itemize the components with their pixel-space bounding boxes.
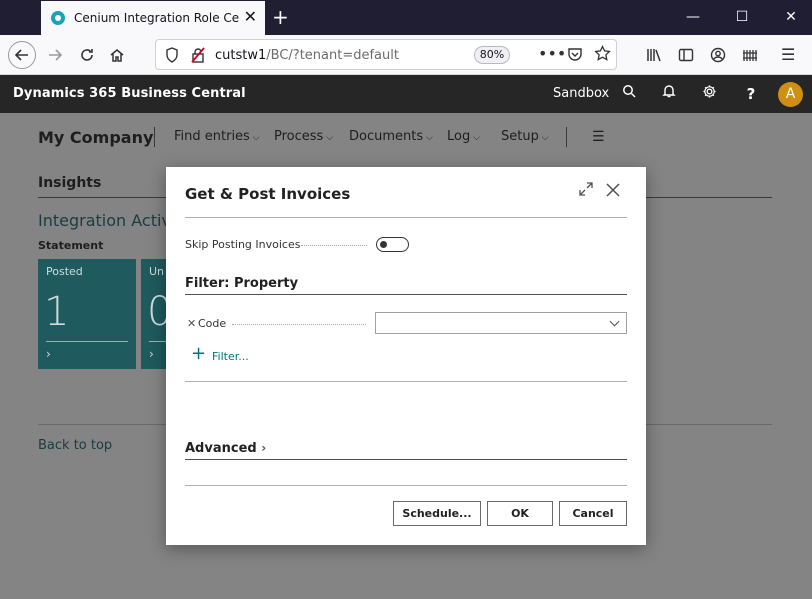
menu-process[interactable]: Process xyxy=(274,129,333,144)
dialog-title: Get & Post Invoices xyxy=(185,185,351,203)
chevron-right-icon: › xyxy=(46,347,51,361)
home-button[interactable] xyxy=(104,42,130,68)
remove-filter-icon[interactable]: ✕ xyxy=(187,317,196,330)
insecure-lock-icon[interactable] xyxy=(191,47,205,66)
menu-log[interactable]: Log xyxy=(447,129,480,144)
menu-divider xyxy=(566,127,567,147)
url-path: /BC/?tenant=default xyxy=(266,48,399,63)
forward-button[interactable] xyxy=(42,42,68,68)
add-filter-icon[interactable]: + xyxy=(191,345,206,363)
insights-heading[interactable]: Insights xyxy=(38,175,101,191)
browser-navbar: cutstw1/BC/?tenant=default 80% ••• ☰ xyxy=(0,35,812,75)
pocket-icon[interactable] xyxy=(567,46,583,65)
url-text: cutstw1/BC/?tenant=default xyxy=(215,48,399,63)
browser-tabbar: Cenium Integration Role Cente ✕ + — ☐ ✕ xyxy=(0,0,812,35)
ok-button[interactable]: OK xyxy=(487,501,553,526)
add-filter-link[interactable]: Filter... xyxy=(212,350,249,363)
advanced-label: Advanced xyxy=(185,441,257,456)
schedule-button[interactable]: Schedule... xyxy=(393,501,481,526)
tile-value: 1 xyxy=(44,289,70,335)
tile-posted[interactable]: Posted 1 › xyxy=(38,259,136,369)
back-button[interactable] xyxy=(8,41,36,69)
expand-icon[interactable] xyxy=(579,181,593,200)
window-close-button[interactable]: ✕ xyxy=(776,6,806,28)
forward-arrow-icon xyxy=(49,49,63,61)
extension-icon[interactable] xyxy=(742,47,758,66)
skip-posting-label: Skip Posting Invoices xyxy=(185,238,301,251)
menu-setup[interactable]: Setup xyxy=(501,129,549,144)
reload-icon xyxy=(81,49,93,61)
company-name[interactable]: My Company xyxy=(38,128,153,147)
filter-property-heading[interactable]: Filter: Property xyxy=(185,276,298,291)
new-tab-button[interactable]: + xyxy=(272,6,289,28)
library-icon[interactable] xyxy=(646,47,662,66)
field-dots xyxy=(232,324,366,325)
app-header: Dynamics 365 Business Central Sandbox ? xyxy=(0,75,812,113)
app-favicon-icon xyxy=(51,11,65,25)
back-to-top-link[interactable]: Back to top xyxy=(38,438,112,453)
menu-find-entries[interactable]: Find entries xyxy=(174,129,260,144)
minimize-button[interactable]: — xyxy=(678,6,708,28)
reload-button[interactable] xyxy=(74,42,100,68)
back-arrow-icon xyxy=(14,49,28,61)
url-host: cutstw1 xyxy=(215,48,267,63)
advanced-divider xyxy=(185,459,627,460)
more-menu-icon[interactable]: ☰ xyxy=(592,129,605,145)
shield-icon[interactable] xyxy=(165,47,179,66)
avatar[interactable]: A xyxy=(778,82,803,107)
tile-label: Posted xyxy=(46,265,83,278)
tab-title: Cenium Integration Role Cente xyxy=(74,11,240,25)
code-select[interactable] xyxy=(375,312,627,334)
app-title[interactable]: Dynamics 365 Business Central xyxy=(13,86,246,101)
environment-label: Sandbox xyxy=(553,86,610,101)
get-post-invoices-dialog: Get & Post Invoices Skip Posting Invoice… xyxy=(166,167,646,545)
tile-label: Un xyxy=(149,265,165,278)
search-icon[interactable] xyxy=(619,84,639,104)
title-divider xyxy=(185,217,627,218)
help-icon[interactable]: ? xyxy=(741,84,761,104)
gear-icon[interactable] xyxy=(699,84,719,104)
maximize-button[interactable]: ☐ xyxy=(727,6,757,28)
bookmark-star-icon[interactable] xyxy=(594,44,611,65)
zoom-indicator[interactable]: 80% xyxy=(474,46,510,64)
url-bar[interactable]: cutstw1/BC/?tenant=default 80% ••• xyxy=(155,39,617,70)
chevron-right-icon: › xyxy=(149,347,154,361)
integration-activities-title[interactable]: Integration Activiti xyxy=(38,211,186,230)
bell-icon[interactable] xyxy=(659,84,679,104)
filter-section-divider xyxy=(185,381,627,382)
page-actions-icon[interactable]: ••• xyxy=(538,44,566,63)
menu-divider xyxy=(154,127,155,147)
cancel-button[interactable]: Cancel xyxy=(559,501,627,526)
menu-documents[interactable]: Documents xyxy=(349,129,433,144)
skip-posting-toggle[interactable] xyxy=(376,237,409,252)
sidebar-icon[interactable] xyxy=(678,47,694,66)
field-dots xyxy=(301,245,367,246)
footer-divider xyxy=(185,485,627,486)
tile-divider xyxy=(46,341,128,342)
menu-hamburger-icon[interactable]: ☰ xyxy=(781,45,795,64)
advanced-heading[interactable]: Advanced › xyxy=(185,441,266,456)
filter-divider xyxy=(185,294,627,295)
browser-tab[interactable]: Cenium Integration Role Cente ✕ xyxy=(41,1,265,35)
close-icon[interactable] xyxy=(605,179,621,203)
statement-group-label: Statement xyxy=(38,239,104,252)
chevron-right-icon: › xyxy=(261,441,267,455)
tab-close-icon[interactable]: ✕ xyxy=(244,9,257,25)
account-icon[interactable] xyxy=(710,47,726,66)
code-label: Code xyxy=(198,317,227,330)
home-icon xyxy=(110,49,124,62)
